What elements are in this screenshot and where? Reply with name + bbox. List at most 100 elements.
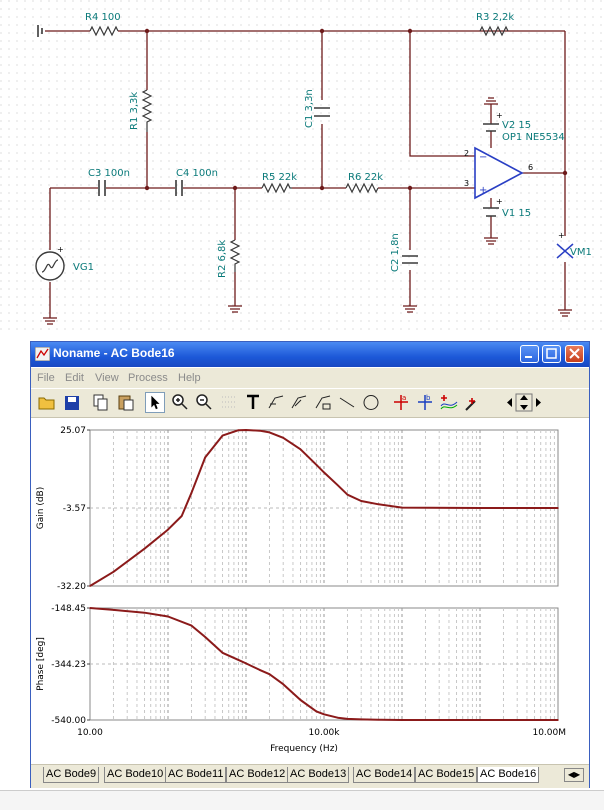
minimize-button[interactable] xyxy=(520,345,539,363)
tab-ac-bode15[interactable]: AC Bode15 xyxy=(415,767,478,783)
svg-text:−: − xyxy=(479,152,487,163)
circle-tool-icon[interactable] xyxy=(361,392,381,413)
line-tool-icon[interactable] xyxy=(337,392,357,413)
gain-data-point xyxy=(237,429,240,431)
zoom-out-icon[interactable] xyxy=(194,392,214,413)
label-c2: C2 1,8n xyxy=(390,233,401,272)
schematic-grid xyxy=(0,0,604,330)
gain-data-point xyxy=(557,507,559,509)
svg-text:+: + xyxy=(558,231,565,240)
x-tick-label: 10.00k xyxy=(309,728,341,738)
plot-area[interactable]: 25.07 -3.57 -32.20 Gain (dB) -148.45 -344.23 -… xyxy=(31,418,589,764)
phase-data-point xyxy=(190,624,193,627)
tab-ac-bode12[interactable]: AC Bode12 xyxy=(226,767,289,783)
label-v1: V1 15 xyxy=(502,208,531,219)
label-r1: R1 3,3k xyxy=(129,92,140,130)
tab-ac-bode9[interactable]: AC Bode9 xyxy=(43,767,100,783)
phase-data-point xyxy=(401,719,403,721)
phase-data-point xyxy=(245,662,247,665)
label-r3: R3 2,2k xyxy=(476,12,514,23)
add-trace-icon[interactable] xyxy=(439,392,459,413)
close-button[interactable] xyxy=(565,345,584,363)
curve-label-icon[interactable] xyxy=(266,392,286,413)
gain-data-point xyxy=(167,528,169,531)
text-tool-icon[interactable] xyxy=(243,392,263,413)
tab-ac-bode10[interactable]: AC Bode10 xyxy=(104,767,167,783)
phase-data-point xyxy=(377,718,380,721)
phase-data-point xyxy=(237,659,240,661)
label-c3: C3 100n xyxy=(88,168,130,179)
tab-ac-bode16[interactable]: AC Bode16 xyxy=(477,767,540,783)
phase-data-point xyxy=(315,710,318,713)
label-c4: C4 100n xyxy=(176,168,218,179)
zoom-in-icon[interactable] xyxy=(170,392,190,413)
tab-ac-bode11[interactable]: AC Bode11 xyxy=(165,767,227,783)
status-bar xyxy=(0,790,604,810)
open-folder-icon[interactable] xyxy=(37,392,57,413)
gain-y-axis-label: Gain (dB) xyxy=(36,487,46,529)
save-icon[interactable] xyxy=(62,392,82,413)
pointer-icon[interactable] xyxy=(145,392,165,413)
gain-data-point xyxy=(258,429,261,432)
comment-tool-icon[interactable] xyxy=(313,392,333,413)
gain-ytick-label: -3.57 xyxy=(63,504,86,514)
phase-ytick-label: -540.00 xyxy=(51,716,86,726)
menu-bar: File Edit View Process Help xyxy=(31,368,589,388)
svg-text:b: b xyxy=(426,394,431,402)
circuit-schematic: − + R4 100 R3 2,2k C3 100n C4 100n R5 22… xyxy=(0,0,604,330)
copy-icon[interactable] xyxy=(91,392,111,413)
grid-icon[interactable] xyxy=(219,392,239,413)
svg-text:6: 6 xyxy=(528,163,533,172)
x-axis-label: Frequency (Hz) xyxy=(270,744,338,754)
gain-data-point xyxy=(377,503,380,506)
paste-icon[interactable] xyxy=(116,392,136,413)
phase-ytick-label: -344.23 xyxy=(51,660,86,670)
label-r4: R4 100 xyxy=(85,12,121,23)
gain-data-point xyxy=(89,585,91,587)
maximize-button[interactable] xyxy=(542,345,561,363)
gain-data-point xyxy=(112,571,115,573)
label-r5: R5 22k xyxy=(262,172,297,183)
bode-plot: 25.07 -3.57 -32.20 Gain (dB) -148.45 -344.23 -… xyxy=(36,426,566,754)
label-v2: V2 15 xyxy=(502,120,531,131)
close-icon xyxy=(569,348,580,359)
phase-data-point xyxy=(282,683,285,686)
gain-data-point xyxy=(346,493,349,496)
gain-data-point xyxy=(282,437,285,439)
gain-data-point xyxy=(401,506,403,509)
cursor-b-icon[interactable]: b xyxy=(415,392,435,413)
menu-view[interactable]: View xyxy=(95,372,119,384)
tab-scroll-button[interactable]: ◀▶ xyxy=(564,768,584,782)
svg-text:2: 2 xyxy=(464,149,469,158)
cursor-a-icon[interactable]: a xyxy=(391,392,411,413)
svg-text:+: + xyxy=(496,197,503,206)
window-titlebar[interactable]: Noname - AC Bode16 xyxy=(31,342,589,367)
gain-ytick-label: 25.07 xyxy=(60,426,86,436)
gain-data-point xyxy=(143,547,146,550)
menu-help[interactable]: Help xyxy=(178,372,201,384)
label-vg1: VG1 xyxy=(73,262,94,273)
navigate-arrows-icon[interactable] xyxy=(501,392,547,413)
phase-y-axis-label: Phase [deg] xyxy=(36,637,46,691)
tab-ac-bode14[interactable]: AC Bode14 xyxy=(353,767,416,783)
label-op1: OP1 NE5534 xyxy=(502,132,565,143)
gain-data-point xyxy=(360,500,363,502)
gain-data-point xyxy=(268,431,271,434)
label-r6: R6 22k xyxy=(348,172,383,183)
probe-icon[interactable] xyxy=(463,392,483,413)
minimize-icon xyxy=(525,356,532,358)
toolbar: a b xyxy=(31,389,589,418)
menu-file[interactable]: File xyxy=(37,372,55,384)
menu-process[interactable]: Process xyxy=(128,372,168,384)
tab-ac-bode13[interactable]: AC Bode13 xyxy=(287,767,350,783)
svg-text:3: 3 xyxy=(464,179,469,188)
phase-data-point xyxy=(360,718,363,721)
svg-text:+: + xyxy=(479,185,487,196)
phase-data-point xyxy=(167,615,169,618)
menu-edit[interactable]: Edit xyxy=(65,372,84,384)
marker-tool-icon[interactable] xyxy=(289,392,309,413)
gain-data-point xyxy=(221,434,224,437)
tab-bar: ◀▶ AC Bode9 AC Bode10 AC Bode11 AC Bode12 AC… xyxy=(31,764,589,788)
phase-data-point xyxy=(268,673,271,676)
svg-text:+: + xyxy=(57,245,64,254)
